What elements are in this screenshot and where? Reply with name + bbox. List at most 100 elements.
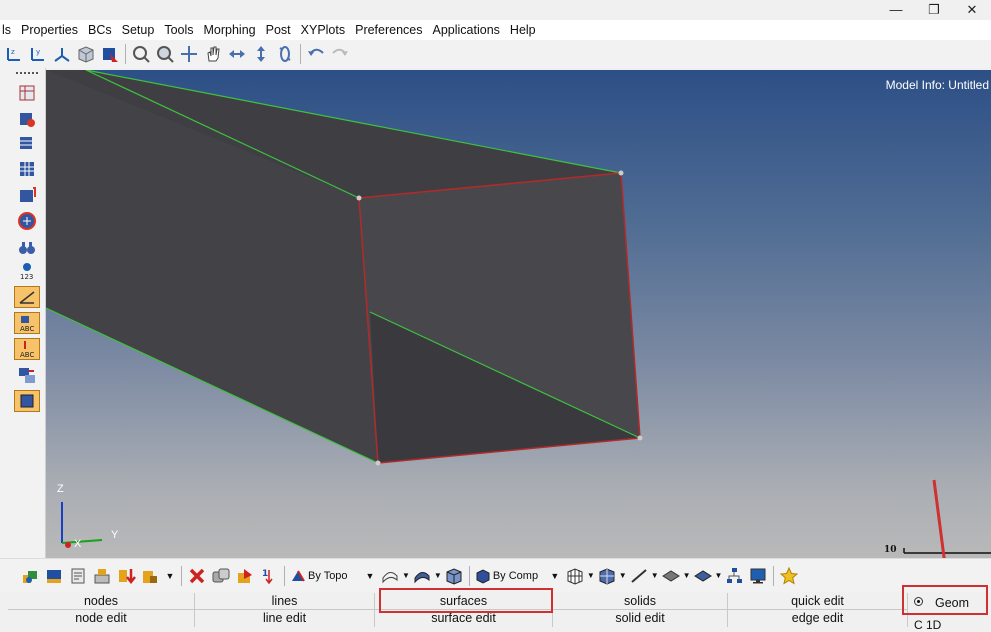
menu-item-bcs[interactable]: BCs: [83, 20, 117, 40]
chevron-down-icon[interactable]: ▼: [683, 571, 691, 580]
plane-display-icon[interactable]: [659, 564, 683, 588]
triad-x-axis: [65, 542, 71, 548]
chevron-down-icon[interactable]: ▼: [434, 571, 442, 580]
view-box-icon[interactable]: [14, 390, 40, 412]
restore-button[interactable]: ❐: [915, 0, 953, 20]
include-icon[interactable]: [138, 564, 162, 588]
model-canvas[interactable]: [46, 70, 991, 558]
menu-item-preferences[interactable]: Preferences: [350, 20, 427, 40]
mesh-shaded-icon[interactable]: [595, 564, 619, 588]
topo-icon: [292, 569, 305, 582]
hand-icon[interactable]: [201, 42, 225, 66]
mask-entities-icon[interactable]: [209, 564, 233, 588]
load-collectors-icon[interactable]: [90, 564, 114, 588]
hierarchy-icon[interactable]: [722, 564, 746, 588]
toolbar-grip: [16, 72, 38, 74]
find-attached-icon[interactable]: [14, 210, 40, 232]
panel-solids[interactable]: solids: [553, 593, 728, 610]
view-iso-icon[interactable]: [50, 42, 74, 66]
mask-icon[interactable]: [14, 82, 40, 104]
monitor-icon[interactable]: [746, 564, 770, 588]
chevron-down-icon[interactable]: ▼: [619, 571, 627, 580]
display-elements-icon[interactable]: [14, 108, 40, 130]
shell-display-icon[interactable]: [691, 564, 715, 588]
scale-bar-label: 10: [884, 545, 897, 555]
color-by-comp-label: By Comp: [492, 569, 539, 582]
menu-item-morphing[interactable]: Morphing: [199, 20, 261, 40]
close-button[interactable]: ✕: [953, 0, 991, 20]
chevron-down-icon[interactable]: ▼: [651, 571, 659, 580]
menu-item-post[interactable]: Post: [261, 20, 296, 40]
panel-quick-edit[interactable]: quick edit: [728, 593, 908, 610]
solid-cube-icon[interactable]: [442, 564, 466, 588]
view-shaded-icon[interactable]: [98, 42, 122, 66]
annotation-arrow: [932, 479, 946, 558]
favorite-star-icon[interactable]: [777, 564, 801, 588]
geom-radio-option[interactable]: Geom: [902, 585, 988, 615]
components-icon[interactable]: [18, 564, 42, 588]
delete-icon[interactable]: [185, 564, 209, 588]
display-mesh-icon[interactable]: [14, 158, 40, 180]
panel-edge-edit[interactable]: edge edit: [728, 610, 908, 627]
find-binoculars-icon[interactable]: [14, 236, 40, 258]
graphics-viewport[interactable]: Model Info: Untitled Z X Y 10: [46, 70, 991, 558]
menu-item-help[interactable]: Help: [505, 20, 541, 40]
menu-item-tools-partial[interactable]: ls: [0, 20, 16, 40]
triad-x-label: X: [74, 538, 82, 550]
color-by-topo-select[interactable]: By Topo ▼: [290, 566, 376, 586]
model-info-label: Model Info: Untitled: [885, 78, 989, 92]
redo-view-icon[interactable]: [328, 42, 352, 66]
transfer-icon[interactable]: [14, 364, 40, 386]
undo-view-icon[interactable]: [304, 42, 328, 66]
organize-icon[interactable]: [233, 564, 257, 588]
panel-line-edit[interactable]: line edit: [195, 610, 375, 627]
svg-text:y: y: [36, 48, 40, 56]
chevron-down-icon: ▼: [365, 570, 375, 581]
menu-item-xyplots[interactable]: XYPlots: [296, 20, 350, 40]
panel-solid-edit[interactable]: solid edit: [553, 610, 728, 627]
view-xy-icon[interactable]: z: [2, 42, 26, 66]
properties-icon[interactable]: [66, 564, 90, 588]
spin-icon[interactable]: [273, 42, 297, 66]
menu-item-tools[interactable]: Tools: [159, 20, 198, 40]
mesh-wire-icon[interactable]: [563, 564, 587, 588]
reverse-display-icon[interactable]: [14, 184, 40, 206]
shaded-surface-icon[interactable]: [410, 564, 434, 588]
zoom-window-icon[interactable]: [129, 42, 153, 66]
chevron-down-icon[interactable]: ▼: [715, 571, 723, 580]
view-3d-icon[interactable]: [74, 42, 98, 66]
chevron-down-icon[interactable]: ▼: [402, 571, 410, 580]
minimize-button[interactable]: —: [877, 0, 915, 20]
radio-selected-icon: [914, 597, 923, 606]
rotate-horizontal-icon[interactable]: [225, 42, 249, 66]
numbers-icon[interactable]: 123: [14, 260, 40, 282]
chevron-down-icon: ▼: [165, 570, 175, 581]
label-abc-icon[interactable]: ABC: [14, 312, 40, 334]
comp-cube-icon: [476, 568, 490, 584]
1d-radio-option[interactable]: C 1D: [914, 618, 941, 632]
menu-item-applications[interactable]: Applications: [428, 20, 505, 40]
chevron-down-icon[interactable]: ▼: [587, 571, 595, 580]
pan-icon[interactable]: [177, 42, 201, 66]
line-display-icon[interactable]: [627, 564, 651, 588]
color-by-comp-select[interactable]: By Comp ▼: [475, 566, 561, 586]
include-dropdown[interactable]: ▼: [164, 566, 176, 586]
wireframe-icon[interactable]: [378, 564, 402, 588]
toolbar-divider: [300, 44, 301, 64]
display-surfaces-icon[interactable]: [14, 132, 40, 154]
toolbar-divider: [773, 565, 775, 586]
panel-node-edit[interactable]: node edit: [8, 610, 195, 627]
vertex: [618, 170, 624, 176]
panel-nodes[interactable]: nodes: [8, 593, 195, 610]
menu-item-setup[interactable]: Setup: [117, 20, 160, 40]
rotate-vertical-icon[interactable]: [249, 42, 273, 66]
view-yz-icon[interactable]: y: [26, 42, 50, 66]
export-icon[interactable]: [114, 564, 138, 588]
menu-item-properties[interactable]: Properties: [16, 20, 83, 40]
label-arrow-icon[interactable]: ABC: [14, 338, 40, 360]
zoom-fit-icon[interactable]: [153, 42, 177, 66]
renumber-icon[interactable]: 1: [257, 564, 281, 588]
measure-angle-icon[interactable]: [14, 286, 40, 308]
assembly-icon[interactable]: [42, 564, 66, 588]
panel-lines[interactable]: lines: [195, 593, 375, 610]
